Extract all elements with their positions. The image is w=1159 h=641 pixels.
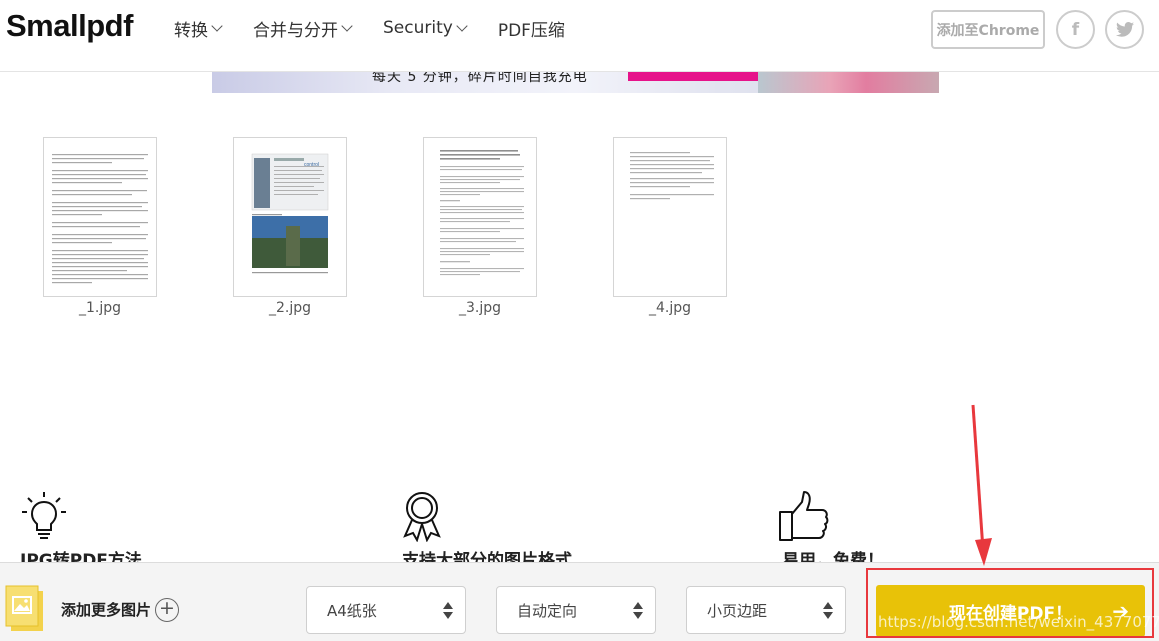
document-preview	[630, 152, 714, 200]
page-size-value: A4纸张	[327, 601, 377, 620]
twitter-icon[interactable]	[1105, 10, 1144, 49]
feature-jpg-to-pdf: JPG转PDF方法	[20, 490, 142, 571]
add-to-chrome-button[interactable]: 添加至Chrome	[931, 10, 1045, 49]
smallpdf-logo[interactable]: Smallpdf	[6, 8, 133, 44]
file-thumbnail[interactable]: control	[233, 137, 347, 297]
file-name: _3.jpg	[458, 300, 502, 316]
annotation-arrow	[971, 404, 992, 566]
document-preview: control	[251, 153, 329, 274]
file-thumbnail-list: _1.jpg control _2.jpg _3.jpg _4.jpg	[0, 137, 1159, 327]
sort-arrows-icon	[633, 602, 643, 620]
main-nav: 转换 合并与分开 Security PDF压缩	[174, 15, 597, 41]
nav-merge-split-label: 合并与分开	[253, 20, 338, 41]
add-more-images-label[interactable]: 添加更多图片	[61, 599, 151, 620]
orientation-value: 自动定向	[517, 601, 578, 620]
feature-image-formats: 支持大部分的图片格式	[400, 490, 572, 571]
facebook-icon[interactable]: f	[1056, 10, 1095, 49]
banner-pink-block	[628, 72, 758, 81]
chevron-down-icon	[211, 19, 223, 32]
sort-arrows-icon	[823, 602, 833, 620]
svg-text:control: control	[304, 162, 319, 168]
thumbs-up-icon	[779, 491, 829, 541]
banner-text: 每天 5 分钟，碎片时间自我充电	[372, 72, 588, 85]
nav-merge-split[interactable]: 合并与分开	[253, 15, 353, 41]
lightbulb-icon	[22, 492, 66, 539]
ad-banner[interactable]: 每天 5 分钟，碎片时间自我充电	[212, 72, 939, 93]
file-thumbnail[interactable]	[43, 137, 157, 297]
file-name: _1.jpg	[78, 300, 122, 316]
chevron-down-icon	[456, 19, 468, 32]
nav-security-label: Security	[383, 18, 453, 38]
document-preview	[52, 154, 148, 284]
sort-arrows-icon	[443, 602, 453, 620]
nav-compress-label: PDF压缩	[497, 20, 565, 41]
file-name: _2.jpg	[268, 300, 312, 316]
smallpdf-jpg-to-pdf-page: Smallpdf 转换 合并与分开 Security PDF压缩 添加至Chro…	[0, 0, 1159, 641]
chevron-down-icon	[341, 19, 353, 32]
add-more-images-button[interactable]: +	[155, 598, 179, 622]
watermark-text: https://blog.csdn.net/weixin_43770771	[878, 613, 1159, 631]
nav-security[interactable]: Security	[383, 15, 468, 41]
file-thumbnail[interactable]	[423, 137, 537, 297]
margin-select[interactable]: 小页边距	[686, 586, 846, 634]
top-header: Smallpdf 转换 合并与分开 Security PDF压缩 添加至Chro…	[0, 0, 1159, 72]
nav-convert[interactable]: 转换	[174, 15, 223, 41]
award-ribbon-icon	[403, 492, 441, 543]
nav-compress[interactable]: PDF压缩	[498, 15, 565, 41]
feature-easy-free: 易用，免费！	[778, 490, 884, 571]
image-file-icon[interactable]	[5, 585, 45, 633]
file-thumbnail[interactable]	[613, 137, 727, 297]
banner-photo	[758, 72, 939, 93]
page-size-select[interactable]: A4纸张	[306, 586, 466, 634]
nav-convert-label: 转换	[174, 20, 208, 41]
file-name: _4.jpg	[648, 300, 692, 316]
document-preview	[440, 150, 524, 276]
margin-value: 小页边距	[707, 601, 768, 620]
orientation-select[interactable]: 自动定向	[496, 586, 656, 634]
